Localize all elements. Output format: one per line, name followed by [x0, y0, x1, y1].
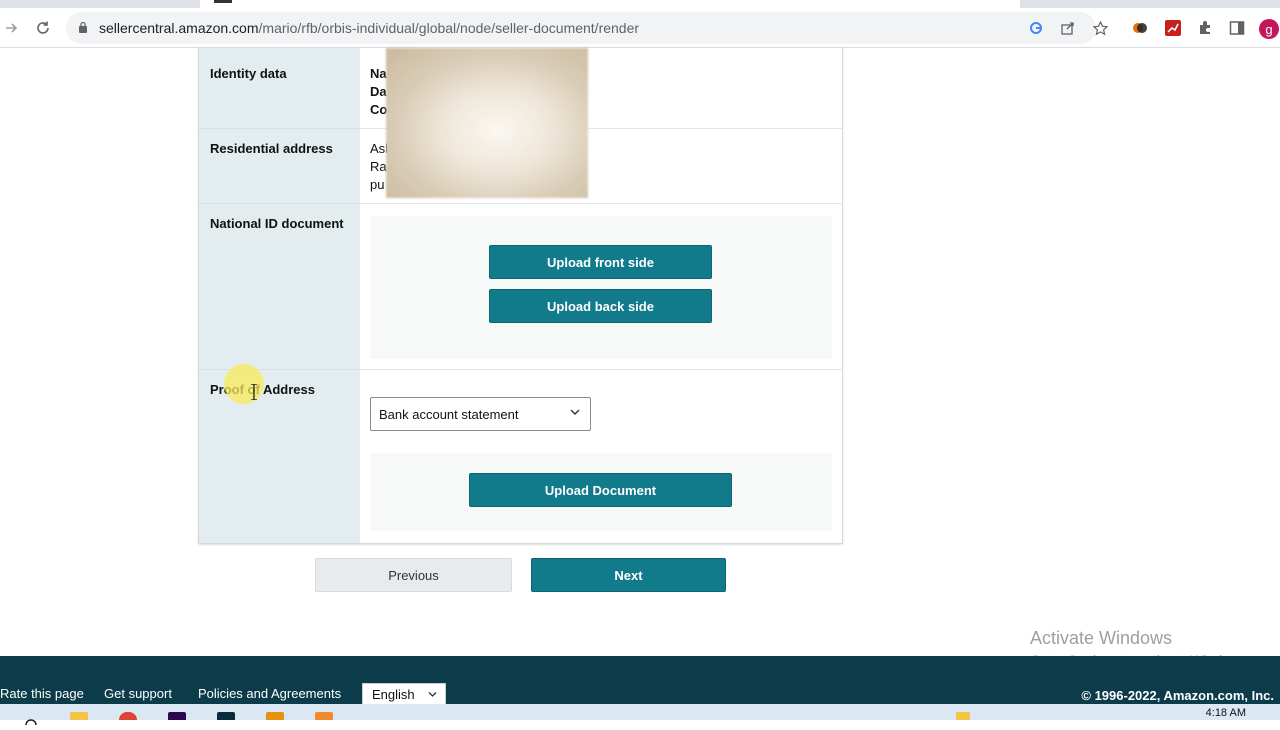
- policies-and-agreements-link[interactable]: Policies and Agreements: [198, 686, 341, 701]
- chevron-down-icon: [570, 409, 580, 415]
- search-icon[interactable]: [24, 712, 42, 730]
- language-select[interactable]: English: [362, 683, 446, 705]
- puzzle-icon[interactable]: [1197, 20, 1213, 36]
- language-value: English: [372, 687, 415, 702]
- clock-time: 4:18 AM: [1205, 707, 1246, 719]
- proof-upload-area: Upload Document: [370, 453, 832, 531]
- url-host: sellercentral.amazon.com: [99, 20, 259, 36]
- windows-taskbar: 4:18 AM: [0, 704, 1280, 730]
- identity-data-label: Identity data: [210, 66, 287, 81]
- premiere-icon[interactable]: [168, 712, 186, 720]
- blurred-personal-info: [386, 48, 588, 198]
- page-footer: Rate this page Get support Policies and …: [0, 656, 1280, 705]
- proof-of-address-select[interactable]: Bank account statement: [370, 397, 591, 431]
- label-divider: [199, 369, 360, 370]
- app-icon[interactable]: [315, 712, 333, 720]
- browser-tab-strip: [0, 0, 1280, 8]
- label-divider: [199, 128, 360, 129]
- chart-extension-icon[interactable]: [1165, 20, 1181, 36]
- forward-icon[interactable]: [0, 16, 24, 40]
- rate-this-page-link[interactable]: Rate this page: [0, 686, 84, 701]
- reload-icon[interactable]: [31, 16, 55, 40]
- sidepanel-icon[interactable]: [1229, 20, 1245, 36]
- label-divider: [199, 203, 360, 204]
- previous-button[interactable]: Previous: [315, 558, 512, 592]
- address-value-line: Ra: [370, 159, 387, 174]
- app-icon[interactable]: [217, 712, 235, 720]
- url-path: /mario/rfb/orbis-individual/global/node/…: [258, 20, 640, 36]
- upload-document-button[interactable]: Upload Document: [469, 473, 732, 507]
- residential-address-label: Residential address: [210, 141, 333, 156]
- app-icon[interactable]: [266, 712, 284, 720]
- profile-avatar[interactable]: g: [1259, 19, 1279, 39]
- chevron-down-icon: [428, 692, 437, 697]
- identity-value-line: Na: [370, 66, 387, 81]
- text-cursor-icon: [251, 384, 257, 400]
- row-divider: [360, 369, 842, 370]
- extension-icon[interactable]: [1132, 20, 1148, 36]
- lock-icon: [79, 21, 87, 33]
- cursor-highlight: [224, 364, 264, 404]
- selected-document-type: Bank account statement: [379, 407, 519, 422]
- address-value-line: pu: [370, 177, 385, 192]
- google-icon[interactable]: [1026, 18, 1046, 38]
- file-explorer-icon[interactable]: [70, 712, 88, 720]
- active-tab[interactable]: [200, 0, 1020, 8]
- activate-windows-title: Activate Windows: [1030, 628, 1173, 648]
- national-id-upload-area: Upload front side Upload back side: [370, 216, 832, 359]
- copyright-text: © 1996-2022, Amazon.com, Inc.: [1081, 688, 1274, 703]
- address-bar[interactable]: sellercentral.amazon.com/mario/rfb/orbis…: [66, 12, 1108, 44]
- seller-document-form: Identity data Na Da Co Residential addre…: [198, 48, 843, 544]
- get-support-link[interactable]: Get support: [104, 686, 172, 701]
- browser-toolbar: sellercentral.amazon.com/mario/rfb/orbis…: [0, 8, 1280, 48]
- upload-front-side-button[interactable]: Upload front side: [489, 245, 712, 279]
- identity-value-line: Co: [370, 102, 388, 117]
- label-column: [199, 48, 360, 543]
- next-button[interactable]: Next: [531, 558, 726, 592]
- row-divider: [360, 203, 842, 204]
- upload-back-side-button[interactable]: Upload back side: [489, 289, 712, 323]
- star-icon[interactable]: [1090, 18, 1110, 38]
- share-icon[interactable]: [1058, 18, 1078, 38]
- url-text: sellercentral.amazon.com/mario/rfb/orbis…: [99, 20, 639, 36]
- tab-indicator: [214, 0, 232, 3]
- widget-icon[interactable]: [956, 712, 970, 720]
- national-id-label: National ID document: [210, 216, 344, 231]
- chrome-icon[interactable]: [119, 712, 137, 720]
- identity-value-line: Da: [370, 84, 387, 99]
